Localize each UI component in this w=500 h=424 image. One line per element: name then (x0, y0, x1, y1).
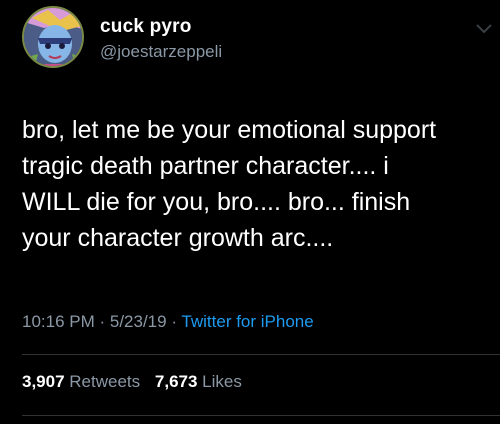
meta-separator: · (94, 312, 110, 331)
tweet-meta: 10:16 PM · 5/23/19 · Twitter for iPhone (22, 312, 314, 332)
tweet-stats: 3,907 Retweets 7,673 Likes (22, 372, 242, 392)
anime-character-avatar-icon (24, 8, 82, 66)
meta-separator: · (166, 312, 182, 331)
tweet-source-link[interactable]: Twitter for iPhone (181, 312, 313, 331)
display-name[interactable]: cuck pyro (100, 16, 192, 38)
likes-count[interactable]: 7,673 (155, 372, 198, 391)
avatar[interactable] (22, 6, 84, 68)
tweet-time: 10:16 PM (22, 312, 95, 331)
retweets-count[interactable]: 3,907 (22, 372, 65, 391)
likes-label[interactable]: Likes (202, 372, 242, 391)
chevron-down-icon[interactable] (474, 22, 494, 36)
divider (22, 354, 500, 355)
retweets-label[interactable]: Retweets (69, 372, 140, 391)
user-handle[interactable]: @joestarzeppeli (100, 42, 222, 62)
tweet-card: cuck pyro @joestarzeppeli bro, let me be… (0, 0, 500, 424)
tweet-date[interactable]: 5/23/19 (110, 312, 167, 331)
divider (22, 415, 500, 416)
tweet-text: bro, let me be your emotional support tr… (22, 116, 437, 252)
